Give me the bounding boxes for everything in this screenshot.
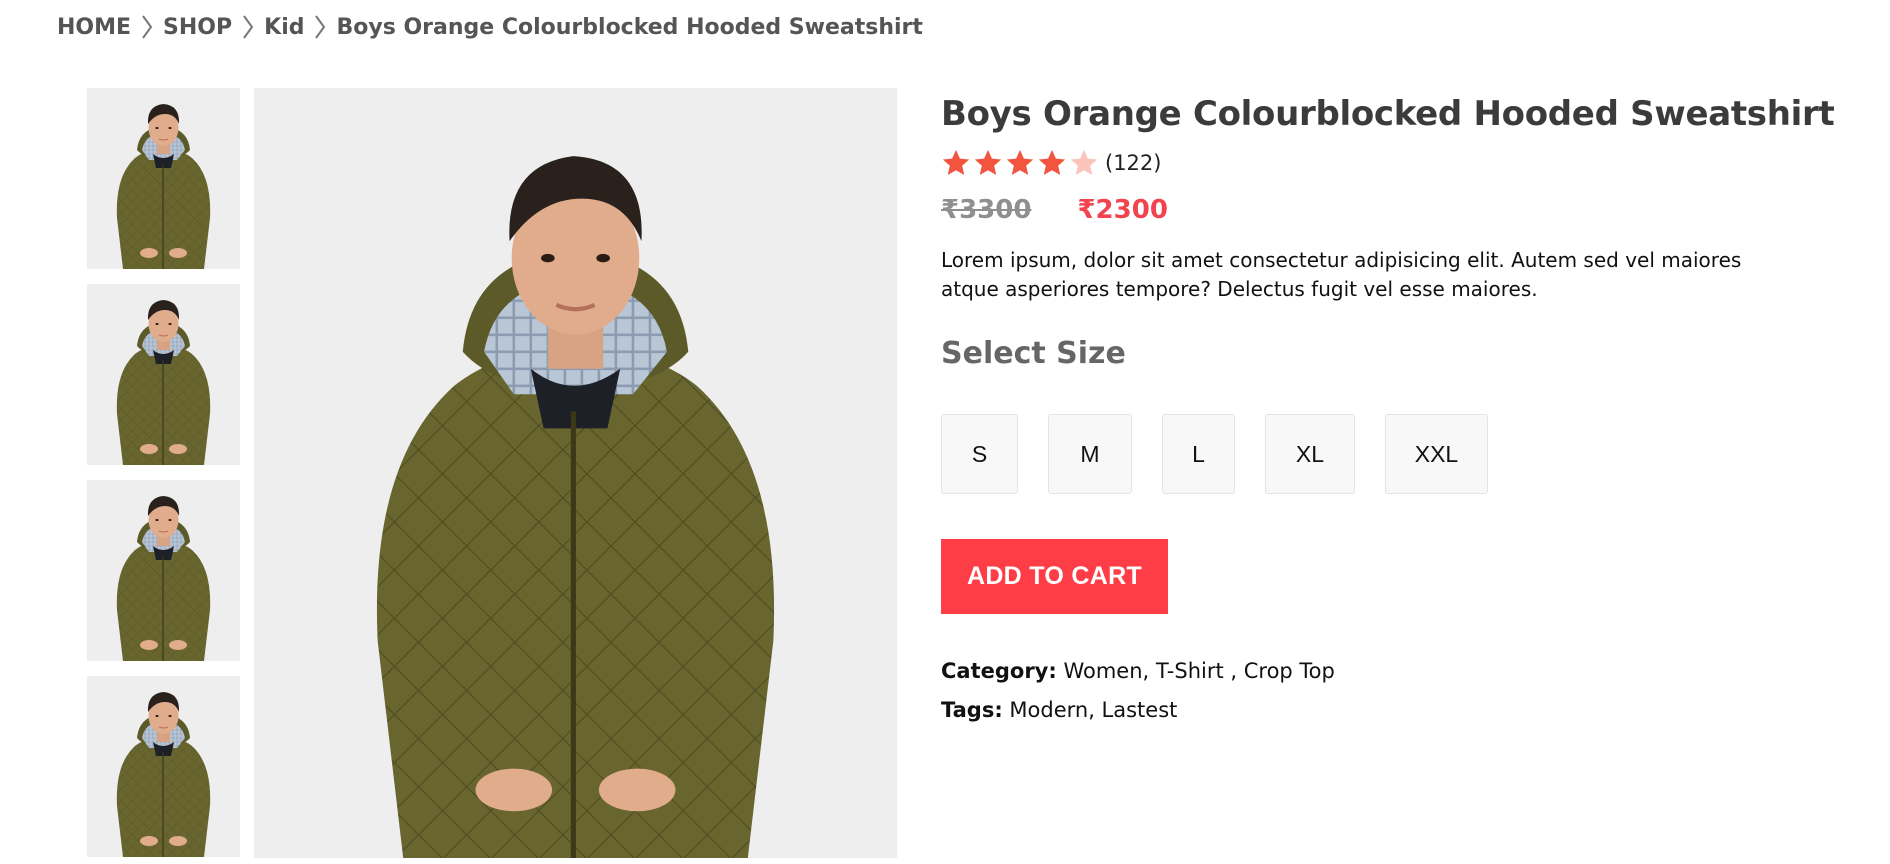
kid-jacket-image [87, 480, 240, 661]
thumbnail-gallery [87, 88, 240, 864]
product-description: Lorem ipsum, dolor sit amet consectetur … [941, 248, 1742, 301]
kid-jacket-image [87, 676, 240, 857]
breadcrumb: HOME SHOP Kid Boys Orange Colourblocked … [57, 13, 923, 41]
kid-jacket-image [254, 88, 897, 858]
tags-label: Tags: [941, 698, 1003, 722]
size-option-xxl[interactable]: XXL [1385, 414, 1488, 494]
product-thumbnail[interactable] [87, 284, 240, 465]
review-count[interactable]: (122) [1105, 151, 1161, 175]
breadcrumb-current-product: Boys Orange Colourblocked Hooded Sweatsh… [336, 14, 923, 40]
select-size-heading: Select Size [941, 336, 1126, 371]
breadcrumb-kid[interactable]: Kid [264, 15, 304, 40]
sale-price: ₹2300 [1077, 195, 1168, 225]
product-info: Boys Orange Colourblocked Hooded Sweatsh… [941, 88, 1841, 730]
add-to-cart-button[interactable]: ADD TO CART [941, 539, 1168, 614]
size-option-l[interactable]: L [1162, 414, 1235, 494]
star-filled-icon [973, 148, 1003, 178]
kid-jacket-image [87, 284, 240, 465]
category-label: Category: [941, 659, 1057, 683]
tags-row: Tags: Modern, Lastest [941, 691, 1841, 730]
size-option-m[interactable]: M [1048, 414, 1132, 494]
star-filled-icon [1005, 148, 1035, 178]
price-block: ₹3300 ₹2300 [941, 194, 1841, 226]
main-product-image [254, 88, 897, 858]
star-filled-icon [1037, 148, 1067, 178]
chevron-right-icon [232, 13, 264, 41]
star-empty-icon [1069, 148, 1099, 178]
breadcrumb-shop[interactable]: SHOP [163, 15, 232, 40]
chevron-right-icon [304, 13, 336, 41]
breadcrumb-home[interactable]: HOME [57, 15, 131, 40]
category-value[interactable]: Women, T-Shirt , Crop Top [1063, 659, 1334, 683]
kid-jacket-image [87, 88, 240, 269]
category-row: Category: Women, T-Shirt , Crop Top [941, 652, 1841, 691]
size-option-s[interactable]: S [941, 414, 1018, 494]
tags-value[interactable]: Modern, Lastest [1009, 698, 1177, 722]
product-meta: Category: Women, T-Shirt , Crop Top Tags… [941, 652, 1841, 730]
old-price: ₹3300 [941, 195, 1032, 225]
star-filled-icon [941, 148, 971, 178]
product-thumbnail[interactable] [87, 676, 240, 857]
size-options: S M L XL XXL [941, 414, 1841, 494]
product-thumbnail[interactable] [87, 88, 240, 269]
size-option-xl[interactable]: XL [1265, 414, 1355, 494]
chevron-right-icon [131, 13, 163, 41]
product-thumbnail[interactable] [87, 480, 240, 661]
product-rating: (122) [941, 146, 1841, 180]
product-title: Boys Orange Colourblocked Hooded Sweatsh… [941, 94, 1835, 134]
